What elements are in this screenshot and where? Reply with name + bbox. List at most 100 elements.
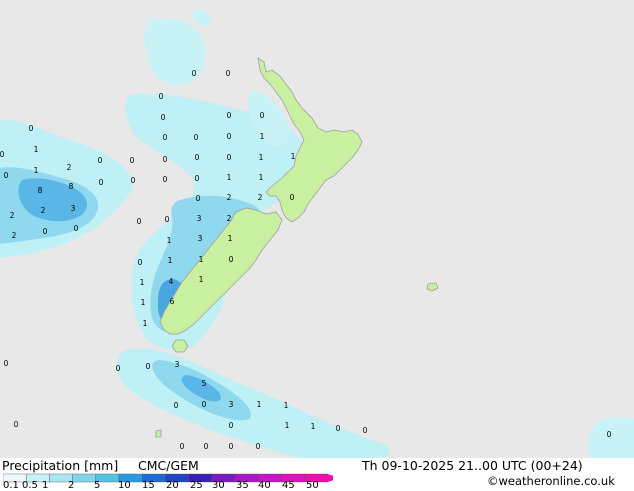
- model-label: CMC/GEM: [138, 458, 199, 473]
- point-value: 0: [4, 359, 9, 368]
- point-value: 0: [0, 150, 5, 159]
- point-value: 0: [174, 401, 179, 410]
- point-value: 3: [229, 400, 234, 409]
- point-value: 1: [140, 278, 145, 287]
- point-value: 5: [202, 379, 207, 388]
- point-value: 0: [165, 215, 170, 224]
- point-value: 1: [34, 145, 39, 154]
- point-value: 1: [284, 401, 289, 410]
- point-value: 0: [180, 442, 185, 451]
- point-value: 1: [168, 256, 173, 265]
- point-value: 0: [130, 156, 135, 165]
- point-value: 3: [197, 214, 202, 223]
- point-value: 0: [226, 69, 231, 78]
- color-scale-tick-label: 25: [190, 480, 203, 491]
- color-scale-segment: [72, 473, 96, 483]
- color-scale-tick-label: 30: [212, 480, 225, 491]
- point-value: 0: [229, 421, 234, 430]
- point-value: 0: [116, 364, 121, 373]
- credit-label: ©weatheronline.co.uk: [487, 474, 615, 488]
- point-value: 0: [227, 153, 232, 162]
- point-value: 0: [229, 255, 234, 264]
- color-scale-tick-label: 45: [282, 480, 295, 491]
- point-value: 0: [131, 176, 136, 185]
- point-value: 0: [363, 426, 368, 435]
- point-value: 1: [260, 132, 265, 141]
- point-value: 1: [259, 153, 264, 162]
- point-value: 0: [192, 69, 197, 78]
- point-value: 2: [227, 214, 232, 223]
- point-value: 0: [14, 420, 19, 429]
- point-value: 0: [146, 362, 151, 371]
- point-value: 0: [99, 178, 104, 187]
- valid-time-label: Th 09-10-2025 21..00 UTC (00+24): [362, 458, 583, 473]
- point-value: 8: [69, 182, 74, 191]
- color-scale-tick-label: 10: [118, 480, 131, 491]
- point-value: 0: [607, 430, 612, 439]
- point-value: 1: [199, 275, 204, 284]
- point-value: 1: [259, 173, 264, 182]
- point-value: 0: [195, 153, 200, 162]
- point-value: 0: [229, 442, 234, 451]
- point-value: 6: [170, 297, 175, 306]
- color-scale-tick-label: 35: [236, 480, 249, 491]
- point-value: 0: [227, 132, 232, 141]
- point-value: 0: [290, 193, 295, 202]
- point-value: 3: [71, 204, 76, 213]
- point-value: 1: [141, 298, 146, 307]
- point-value: 0: [227, 111, 232, 120]
- point-value: 0: [137, 217, 142, 226]
- point-value: 0: [196, 194, 201, 203]
- point-value: 0: [159, 92, 164, 101]
- precipitation-map: 0 0 0 0 0 0 0 0 0 0 1 0 1 0 0 0 0 0 1 1 1 2 0 0 0 0 0 1 1 8 8 0 2 2 0 2 2 3 0 0…: [0, 0, 634, 458]
- point-value: 1: [167, 236, 172, 245]
- map-background: [0, 0, 634, 458]
- point-value: 0: [204, 442, 209, 451]
- color-scale-tick-label: 0.1: [3, 480, 19, 491]
- point-value: 2: [227, 193, 232, 202]
- point-value: 0: [29, 124, 34, 133]
- color-scale-tick-label: 5: [94, 480, 101, 491]
- point-value: 4: [169, 277, 174, 286]
- point-value: 1: [311, 422, 316, 431]
- color-scale-tick-label: 1: [42, 480, 49, 491]
- point-value: 0: [195, 174, 200, 183]
- point-value: 1: [143, 319, 148, 328]
- point-value: 0: [256, 442, 261, 451]
- point-value: 1: [227, 173, 232, 182]
- point-value: 0: [194, 133, 199, 142]
- color-scale-tick-label: 20: [166, 480, 179, 491]
- point-value: 1: [199, 255, 204, 264]
- point-value: 0: [98, 156, 103, 165]
- point-value: 2: [12, 231, 17, 240]
- color-scale-arrow: [327, 474, 333, 482]
- point-value: 0: [336, 424, 341, 433]
- point-value: 0: [163, 155, 168, 164]
- point-value: 0: [202, 400, 207, 409]
- point-value: 1: [285, 421, 290, 430]
- color-scale-tick-label: 0.5: [22, 480, 38, 491]
- point-value: 0: [163, 175, 168, 184]
- point-value: 0: [138, 258, 143, 267]
- point-value: 1: [34, 166, 39, 175]
- point-value: 8: [38, 186, 43, 195]
- point-value: 0: [161, 113, 166, 122]
- point-value: 3: [175, 360, 180, 369]
- point-value: 1: [291, 152, 296, 161]
- point-value: 0: [163, 133, 168, 142]
- point-value: 2: [67, 163, 72, 172]
- color-scale-tick-label: 50: [306, 480, 319, 491]
- color-scale-tick-label: 15: [142, 480, 155, 491]
- point-value: 2: [10, 211, 15, 220]
- auckland-islands: [155, 429, 162, 438]
- point-value: 2: [41, 206, 46, 215]
- point-value: 1: [257, 400, 262, 409]
- point-value: 1: [228, 234, 233, 243]
- point-value: 0: [260, 111, 265, 120]
- point-value: 0: [43, 227, 48, 236]
- color-scale-tick-label: 40: [258, 480, 271, 491]
- point-value: 0: [74, 224, 79, 233]
- product-label: Precipitation [mm]: [2, 458, 119, 473]
- point-value: 3: [198, 234, 203, 243]
- point-value: 0: [4, 171, 9, 180]
